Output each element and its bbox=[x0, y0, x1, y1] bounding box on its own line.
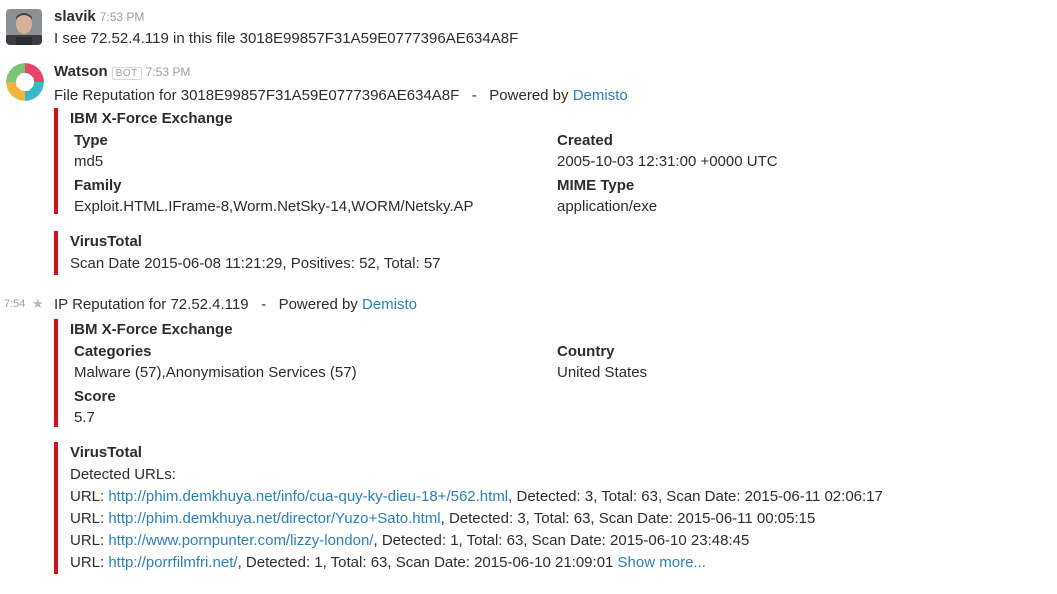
message-text: I see 72.52.4.119 in this file 3018E9985… bbox=[54, 30, 519, 47]
url-row: URL: http://phim.demkhuya.net/info/cua-q… bbox=[70, 486, 970, 508]
url-prefix: URL: bbox=[70, 510, 109, 527]
field-label: Family bbox=[74, 177, 122, 194]
field-label: Created bbox=[557, 132, 613, 149]
url-link[interactable]: http://www.pornpunter.com/lizzy-london/ bbox=[108, 532, 373, 549]
field-created: Created 2005-10-03 12:31:00 +0000 UTC bbox=[557, 130, 778, 172]
field-value: Malware (57),Anonymisation Services (57) bbox=[74, 364, 357, 381]
field-value: United States bbox=[557, 364, 648, 381]
file-reputation-header: File Reputation for 3018E99857F31A59E077… bbox=[54, 85, 628, 107]
url-details: , Detected: 3, Total: 63, Scan Date: 201… bbox=[440, 510, 816, 527]
bot-badge: BOT bbox=[111, 67, 142, 80]
field-label: Country bbox=[557, 343, 615, 360]
xforce-ip-attachment: IBM X-Force Exchange Categories Malware … bbox=[54, 319, 970, 427]
attachment-title: VirusTotal bbox=[70, 444, 142, 461]
hover-timestamp[interactable]: 7:54 bbox=[4, 298, 25, 310]
attachment-title: IBM X-Force Exchange bbox=[70, 321, 233, 338]
timestamp[interactable]: 7:53 PM bbox=[100, 10, 145, 24]
url-prefix: URL: bbox=[70, 488, 109, 505]
file-reputation-text: File Reputation for 3018E99857F31A59E077… bbox=[54, 87, 573, 104]
bot-avatar[interactable] bbox=[6, 63, 44, 101]
field-label: Categories bbox=[74, 343, 152, 360]
field-categories: Categories Malware (57),Anonymisation Se… bbox=[74, 341, 357, 383]
url-row: URL: http://phim.demkhuya.net/director/Y… bbox=[70, 508, 970, 530]
star-icon[interactable]: ★ bbox=[32, 296, 44, 312]
attachment-title: VirusTotal bbox=[70, 233, 142, 250]
field-value: 5.7 bbox=[74, 409, 95, 426]
url-link[interactable]: http://phim.demkhuya.net/director/Yuzo+S… bbox=[108, 510, 440, 527]
virustotal-ip-attachment: VirusTotal Detected URLs: URL: http://ph… bbox=[54, 442, 970, 574]
url-prefix: URL: bbox=[70, 554, 109, 571]
virustotal-file-attachment: VirusTotal Scan Date 2015-06-08 11:21:29… bbox=[54, 231, 970, 275]
field-label: Score bbox=[74, 388, 116, 405]
field-type: Type md5 bbox=[74, 130, 108, 172]
field-label: Type bbox=[74, 132, 108, 149]
attachment-title: IBM X-Force Exchange bbox=[70, 110, 233, 127]
field-country: Country United States bbox=[557, 341, 647, 383]
user-avatar[interactable] bbox=[6, 9, 42, 45]
field-value: application/exe bbox=[557, 198, 658, 215]
field-family: Family Exploit.HTML.IFrame-8,Worm.NetSky… bbox=[74, 175, 474, 217]
timestamp[interactable]: 7:53 PM bbox=[146, 65, 191, 79]
field-value: md5 bbox=[74, 153, 104, 170]
field-value: Exploit.HTML.IFrame-8,Worm.NetSky-14,WOR… bbox=[74, 198, 474, 215]
url-link[interactable]: http://porrfilmfri.net/ bbox=[108, 554, 237, 571]
field-value: 2005-10-03 12:31:00 +0000 UTC bbox=[557, 153, 778, 170]
url-details: , Detected: 3, Total: 63, Scan Date: 201… bbox=[508, 488, 883, 505]
ip-reputation-text: IP Reputation for 72.52.4.119 - Powered … bbox=[54, 296, 362, 313]
ip-reputation-header: IP Reputation for 72.52.4.119 - Powered … bbox=[54, 294, 417, 316]
scan-summary: Scan Date 2015-06-08 11:21:29, Positives… bbox=[70, 255, 441, 272]
demisto-link[interactable]: Demisto bbox=[362, 296, 417, 313]
xforce-file-attachment: IBM X-Force Exchange Type md5 Created 20… bbox=[54, 108, 970, 217]
url-row: URL: http://porrfilmfri.net/, Detected: … bbox=[70, 552, 970, 574]
url-link[interactable]: http://phim.demkhuya.net/info/cua-quy-ky… bbox=[108, 488, 508, 505]
url-prefix: URL: bbox=[70, 532, 109, 549]
detected-urls-label: Detected URLs: bbox=[70, 466, 176, 483]
field-score: Score 5.7 bbox=[74, 386, 116, 428]
show-more-link[interactable]: Show more... bbox=[618, 554, 706, 571]
field-mime-type: MIME Type application/exe bbox=[557, 175, 657, 217]
url-details: , Detected: 1, Total: 63, Scan Date: 201… bbox=[373, 532, 750, 549]
url-details: , Detected: 1, Total: 63, Scan Date: 201… bbox=[237, 554, 618, 571]
demisto-link[interactable]: Demisto bbox=[573, 87, 628, 104]
url-row: URL: http://www.pornpunter.com/lizzy-lon… bbox=[70, 530, 970, 552]
field-label: MIME Type bbox=[557, 177, 635, 194]
username[interactable]: slavik bbox=[54, 8, 96, 25]
bot-username[interactable]: Watson bbox=[54, 63, 108, 80]
